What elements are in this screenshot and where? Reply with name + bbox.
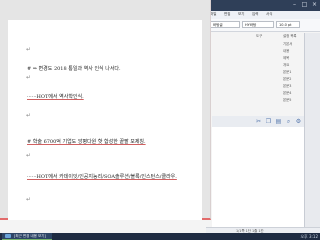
list-item[interactable]: 기본서: [283, 41, 292, 46]
paragraph-mark-icon: ↵: [26, 196, 32, 203]
search-icon[interactable]: ⌕: [284, 117, 293, 126]
editor-document-area[interactable]: [212, 127, 304, 233]
style-list-header: 도구: [256, 34, 263, 38]
list-item[interactable]: 제목: [283, 55, 289, 60]
document-line: ······HOT에서 역사학인식.: [27, 94, 84, 100]
list-item[interactable]: 본문2: [283, 76, 291, 81]
style-select[interactable]: 바탕글: [210, 21, 240, 28]
paragraph-mark-icon: ↵: [26, 74, 32, 81]
list-item[interactable]: 본문5: [283, 97, 291, 102]
document-line: # 학술 6700억 기업도 앙평다원 핫 합성한 끝팔 모제칭.: [27, 139, 146, 145]
paragraph-mark-icon: ↵: [26, 112, 32, 119]
menu-item-view[interactable]: 보기: [238, 12, 244, 17]
cut-icon[interactable]: ✂: [254, 117, 263, 126]
document-line: ······HOT에서 카데이잇/인공지능리/SOA솔루션/블록/인스턴스/클라…: [27, 174, 177, 180]
list-item[interactable]: 본문1: [283, 69, 291, 74]
paste-icon[interactable]: ▤: [274, 117, 283, 126]
list-item[interactable]: 본문4: [283, 90, 291, 95]
font-select[interactable]: HY바탕: [242, 21, 274, 28]
paragraph-mark-icon: ↵: [26, 46, 32, 53]
menu-item-insert[interactable]: 입력: [252, 12, 258, 17]
font-size-select[interactable]: 10.0 pt: [276, 21, 300, 28]
document-line: # ⇒ 변경도 2018 통일과 역사 인식 나서다.: [27, 66, 121, 72]
paragraph-mark-icon: ↵: [26, 152, 32, 159]
list-item[interactable]: 본문3: [283, 83, 291, 88]
taskbar-item-label: [최근 변경 내용 보기]: [14, 234, 46, 238]
copy-icon[interactable]: ❐: [264, 117, 273, 126]
tray-clock: 오후 3:12: [300, 234, 318, 239]
editor-toolbar: 바탕글 HY바탕 10.0 pt: [206, 19, 320, 32]
menu-item-edit[interactable]: 편집: [224, 12, 230, 17]
list-item[interactable]: 내용: [283, 48, 289, 53]
minimize-icon[interactable]: –: [290, 1, 299, 9]
taskbar: [최근 변경 내용 보기] 오후 3:12: [0, 233, 320, 240]
menu-item-format[interactable]: 서식: [266, 12, 272, 17]
editor-title-bar: – □ ×: [206, 0, 320, 11]
document-window: ↵ # ⇒ 변경도 2018 통일과 역사 인식 나서다. ↵ ······HO…: [0, 0, 211, 220]
close-icon[interactable]: ×: [310, 1, 319, 9]
style-list-subheader: 설정 목록: [283, 34, 297, 38]
side-panel-strip: [304, 33, 320, 233]
app-icon: [5, 234, 11, 238]
settings-icon[interactable]: ⚙: [294, 117, 303, 126]
document-page[interactable]: ↵ # ⇒ 변경도 2018 통일과 역사 인식 나서다. ↵ ······HO…: [8, 20, 202, 220]
taskbar-item[interactable]: [최근 변경 내용 보기]: [2, 233, 52, 240]
maximize-icon[interactable]: □: [300, 1, 309, 9]
list-item[interactable]: 개요: [283, 62, 289, 67]
